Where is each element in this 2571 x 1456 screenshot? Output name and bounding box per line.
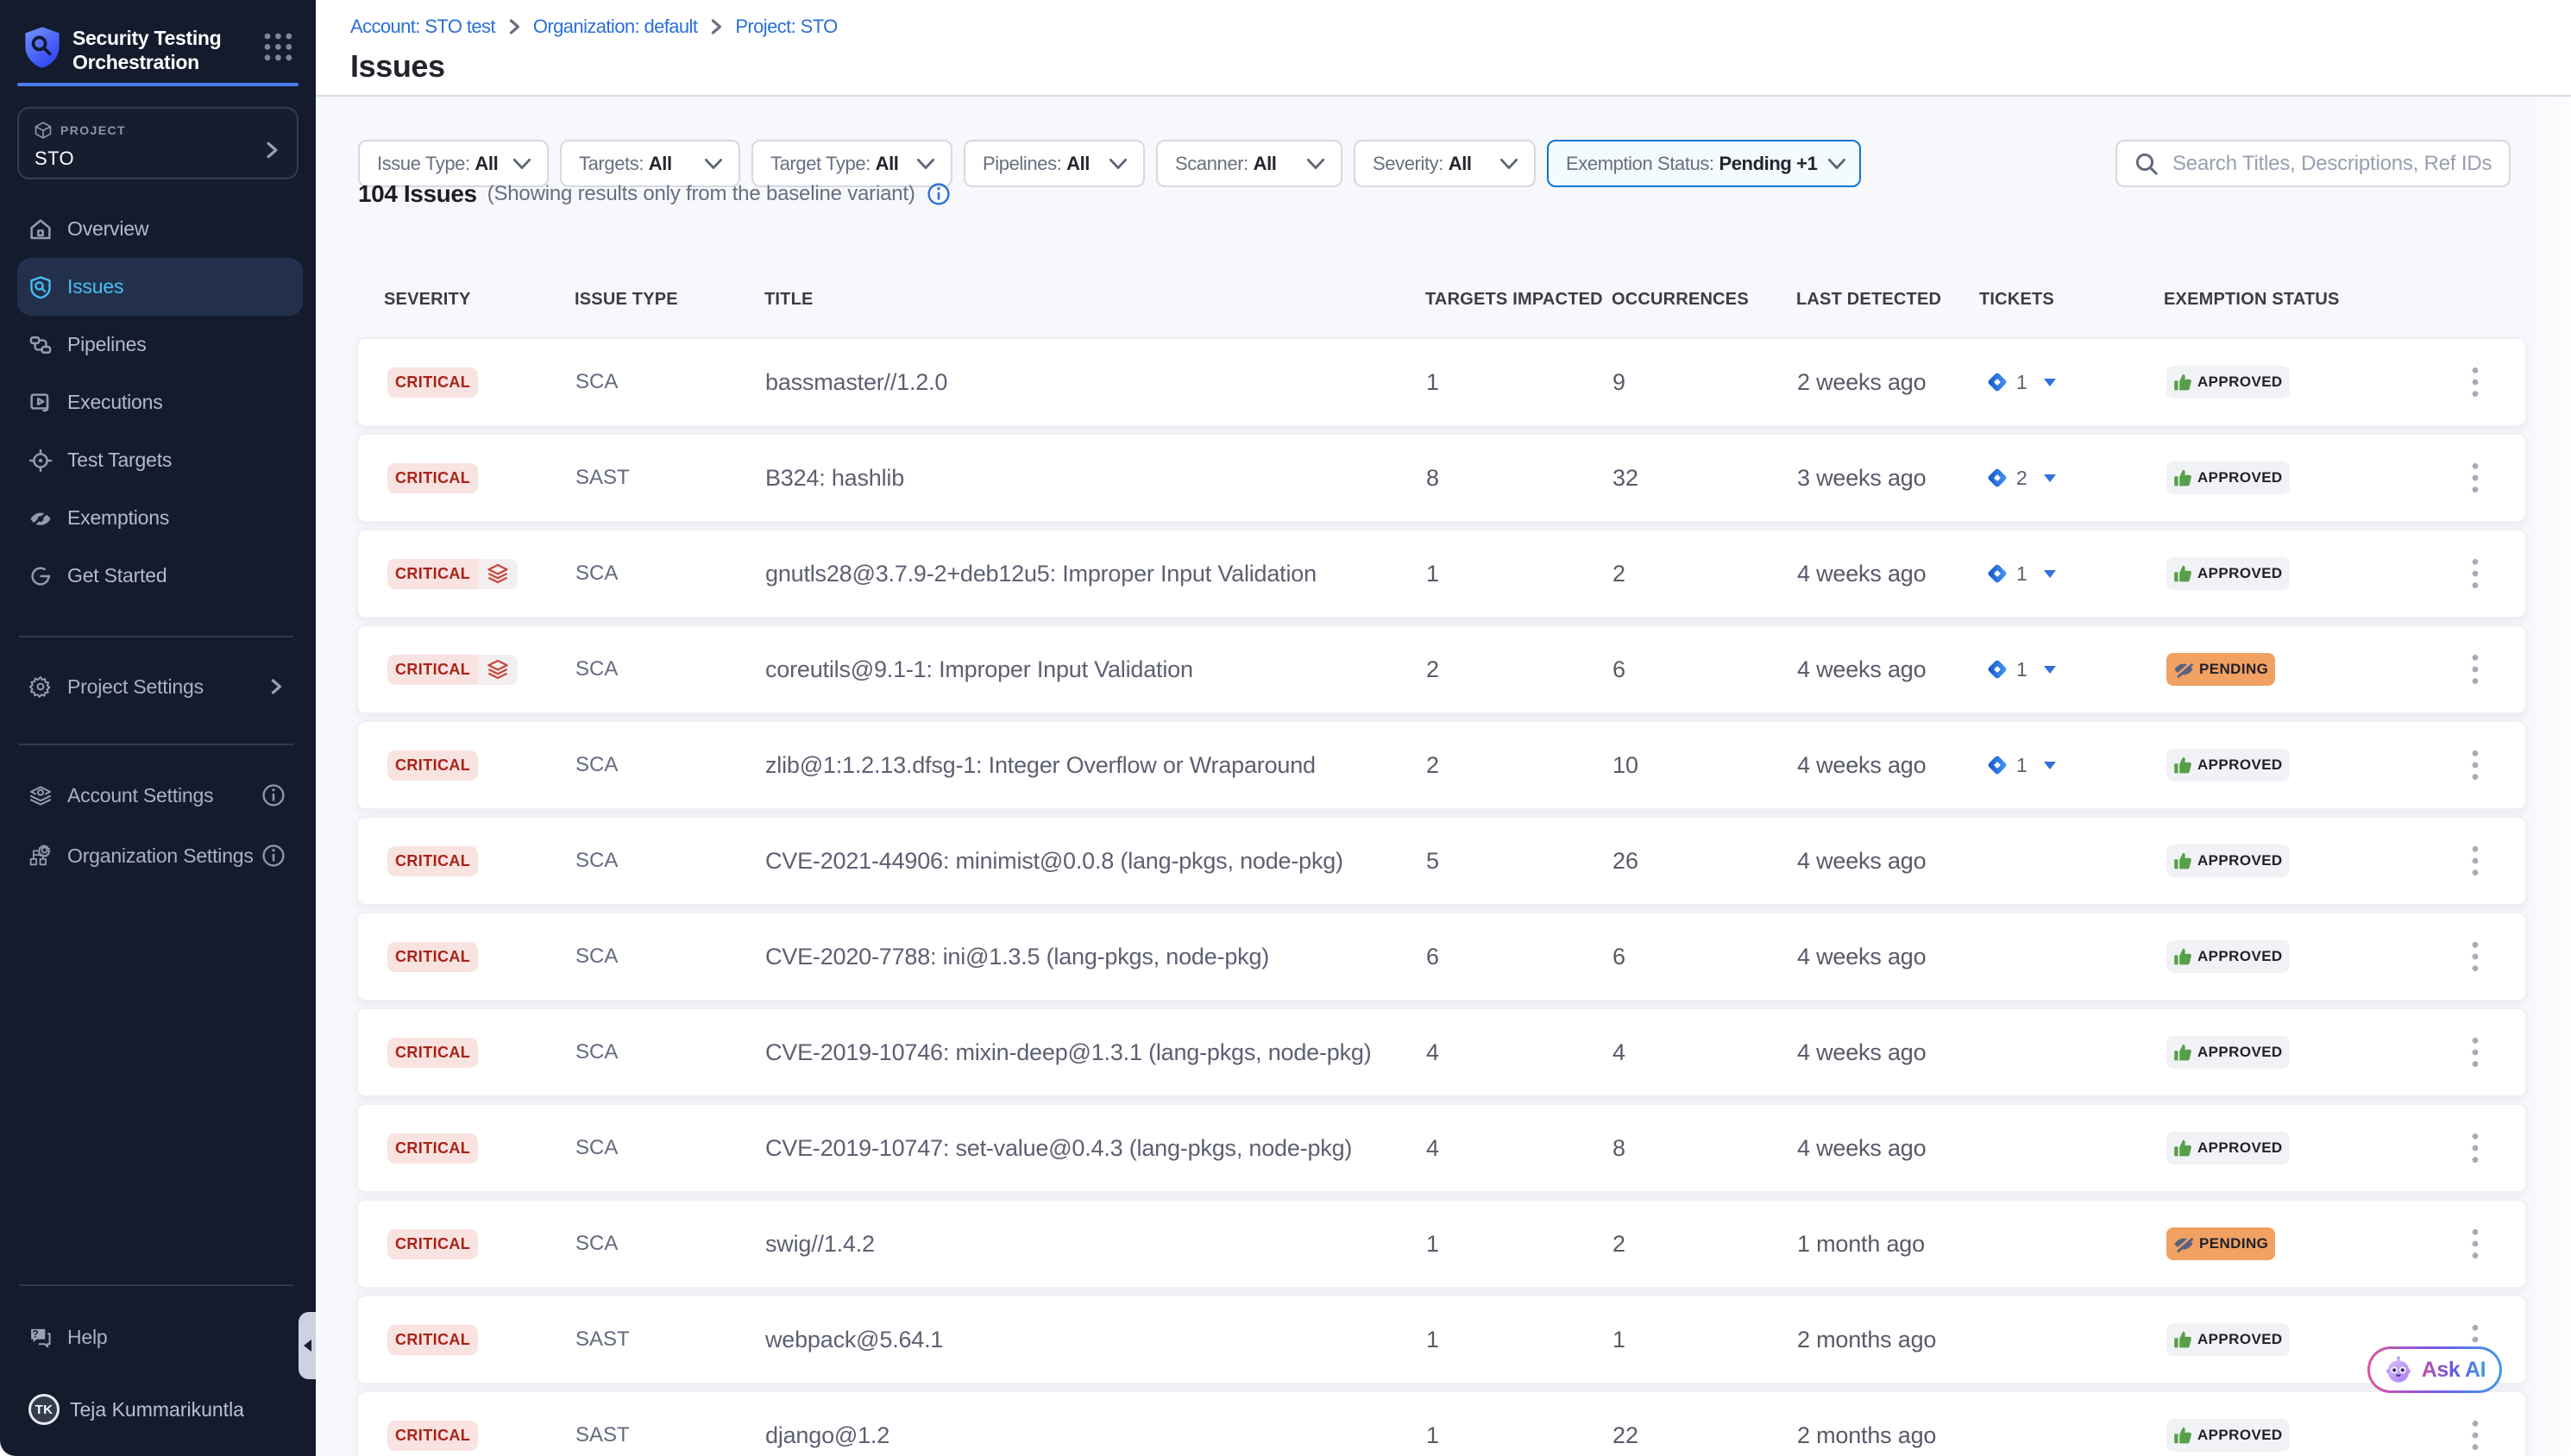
svg-text:?: ?	[33, 1328, 39, 1340]
